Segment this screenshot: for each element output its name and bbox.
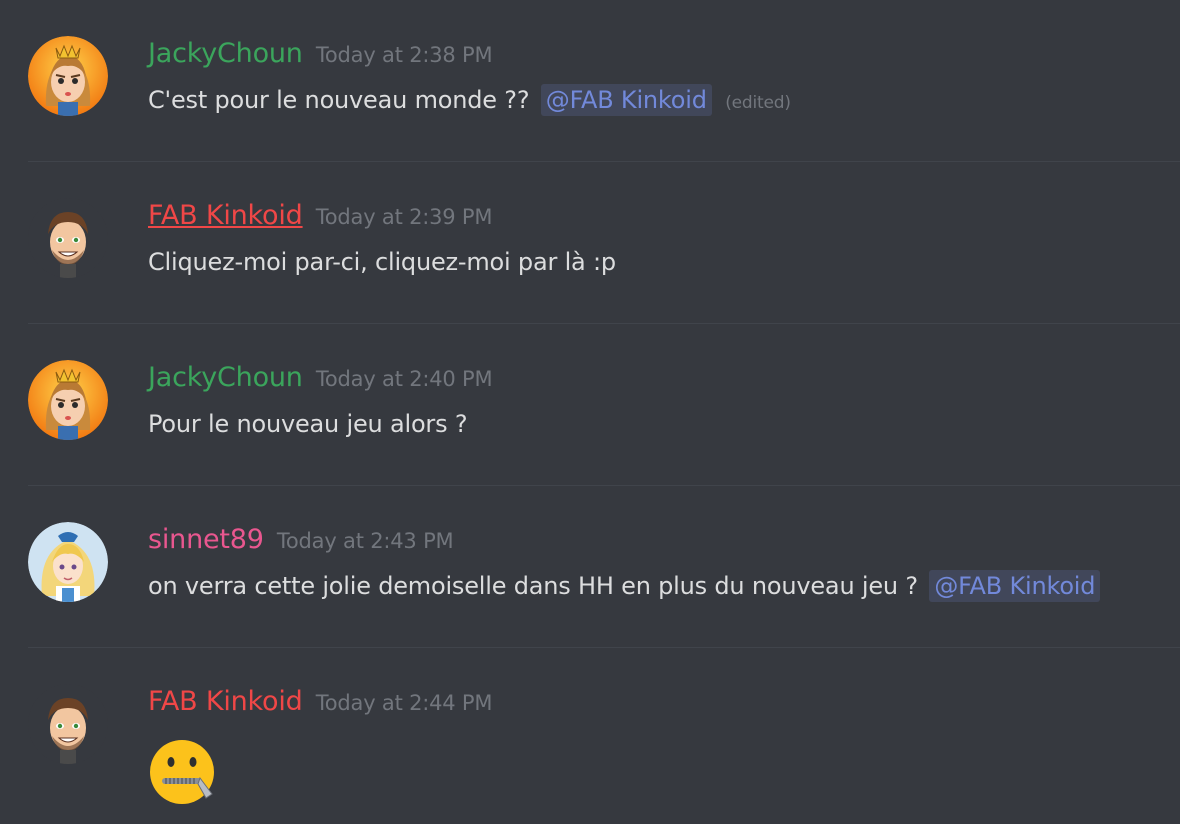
message-content: Cliquez-moi par-ci, cliquez-moi par là :… xyxy=(148,248,616,276)
zipper-mouth-face-icon-image xyxy=(150,740,214,804)
username[interactable]: JackyChoun xyxy=(148,362,303,393)
chat-messages: JackyChoun Today at 2:38 PM C'est pour l… xyxy=(0,0,1180,824)
message-timestamp: Today at 2:43 PM xyxy=(276,529,454,553)
message-content: on verra cette jolie demoiselle dans HH … xyxy=(148,570,1101,602)
avatar-fab-kinkoid-image xyxy=(28,684,108,764)
avatar-jackychoun[interactable] xyxy=(28,360,108,440)
message-item: JackyChoun Today at 2:40 PM Pour le nouv… xyxy=(0,324,1180,474)
message-content: C'est pour le nouveau monde ?? @FAB Kink… xyxy=(148,84,791,116)
edited-label: (edited) xyxy=(725,93,791,113)
message-item: FAB Kinkoid Today at 2:39 PM Cliquez-moi… xyxy=(0,162,1180,312)
message-text: Cliquez-moi par-ci, cliquez-moi par là :… xyxy=(148,248,616,276)
message-item: sinnet89 Today at 2:43 PM on verra cette… xyxy=(0,486,1180,636)
avatar-jackychoun-image xyxy=(28,360,108,440)
username[interactable]: FAB Kinkoid xyxy=(148,200,303,231)
avatar-sinnet89-image xyxy=(28,522,108,602)
avatar-fab-kinkoid-image xyxy=(28,198,108,278)
user-mention[interactable]: @FAB Kinkoid xyxy=(929,570,1101,602)
zipper-mouth-face-icon[interactable] xyxy=(148,738,216,810)
avatar-jackychoun-image xyxy=(28,36,108,116)
avatar-sinnet89[interactable] xyxy=(28,522,108,602)
message-text: Pour le nouveau jeu alors ? xyxy=(148,410,468,438)
message-timestamp: Today at 2:44 PM xyxy=(315,691,493,715)
message-item: JackyChoun Today at 2:38 PM C'est pour l… xyxy=(0,0,1180,150)
message-text: on verra cette jolie demoiselle dans HH … xyxy=(148,572,918,600)
avatar-fab-kinkoid[interactable] xyxy=(28,198,108,278)
username[interactable]: sinnet89 xyxy=(148,524,264,555)
username[interactable]: FAB Kinkoid xyxy=(148,686,303,717)
message-content: Pour le nouveau jeu alors ? xyxy=(148,410,468,438)
avatar-jackychoun[interactable] xyxy=(28,36,108,116)
message-item: FAB Kinkoid Today at 2:44 PM xyxy=(0,648,1180,804)
user-mention[interactable]: @FAB Kinkoid xyxy=(540,84,712,116)
username[interactable]: JackyChoun xyxy=(148,38,303,69)
message-timestamp: Today at 2:39 PM xyxy=(315,205,493,229)
avatar-fab-kinkoid[interactable] xyxy=(28,684,108,764)
message-timestamp: Today at 2:40 PM xyxy=(315,367,493,391)
message-timestamp: Today at 2:38 PM xyxy=(315,43,493,67)
message-text: C'est pour le nouveau monde ?? xyxy=(148,86,530,114)
